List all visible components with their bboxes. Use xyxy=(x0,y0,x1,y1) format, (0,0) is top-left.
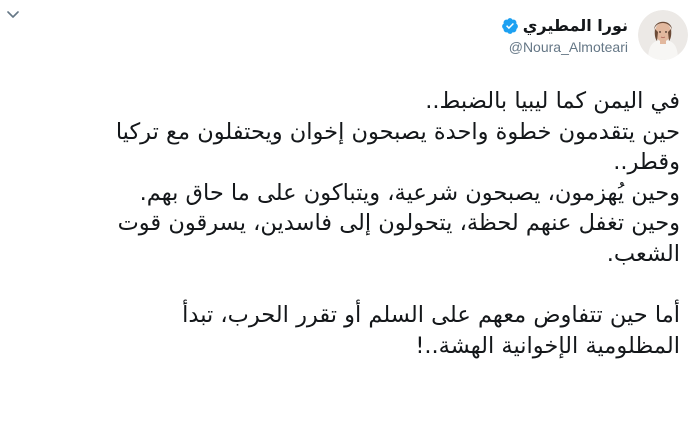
tweet-text-line: حين يتقدمون خطوة واحدة يصبحون إخوان ويحت… xyxy=(115,118,680,145)
tweet-text-line: وقطر.. xyxy=(613,149,680,176)
tweet-text-line: أما حين تتفاوض معهم على السلم أو تقرر ال… xyxy=(182,302,680,329)
verified-badge-icon xyxy=(501,17,519,35)
author-name-row[interactable]: نورا المطيري xyxy=(501,16,628,36)
tweet-text-line: المظلومية الإخوانية الهشة..! xyxy=(415,332,680,359)
tweet-text-gap xyxy=(20,270,680,301)
tweet-card: نورا المطيري @Noura_Almoteari في اليمن ك… xyxy=(0,0,700,426)
author-names: نورا المطيري @Noura_Almoteari xyxy=(501,10,628,56)
author-handle[interactable]: @Noura_Almoteari xyxy=(509,38,628,56)
chevron-down-icon[interactable] xyxy=(6,8,20,22)
tweet-text-line: وحين يُهزمون، يصبحون شرعية، ويتباكون على… xyxy=(139,179,681,206)
avatar[interactable] xyxy=(638,10,688,60)
author-display-name[interactable]: نورا المطيري xyxy=(523,16,628,36)
tweet-text: في اليمن كما ليبيا بالضبط.. حين يتقدمون … xyxy=(20,86,680,361)
tweet-header: نورا المطيري @Noura_Almoteari xyxy=(501,10,688,60)
tweet-text-line: وحين تغفل عنهم لحظة، يتحولون إلى فاسدين،… xyxy=(117,210,681,237)
tweet-text-line: في اليمن كما ليبيا بالضبط.. xyxy=(425,88,680,114)
tweet-text-line: الشعب. xyxy=(606,240,681,267)
